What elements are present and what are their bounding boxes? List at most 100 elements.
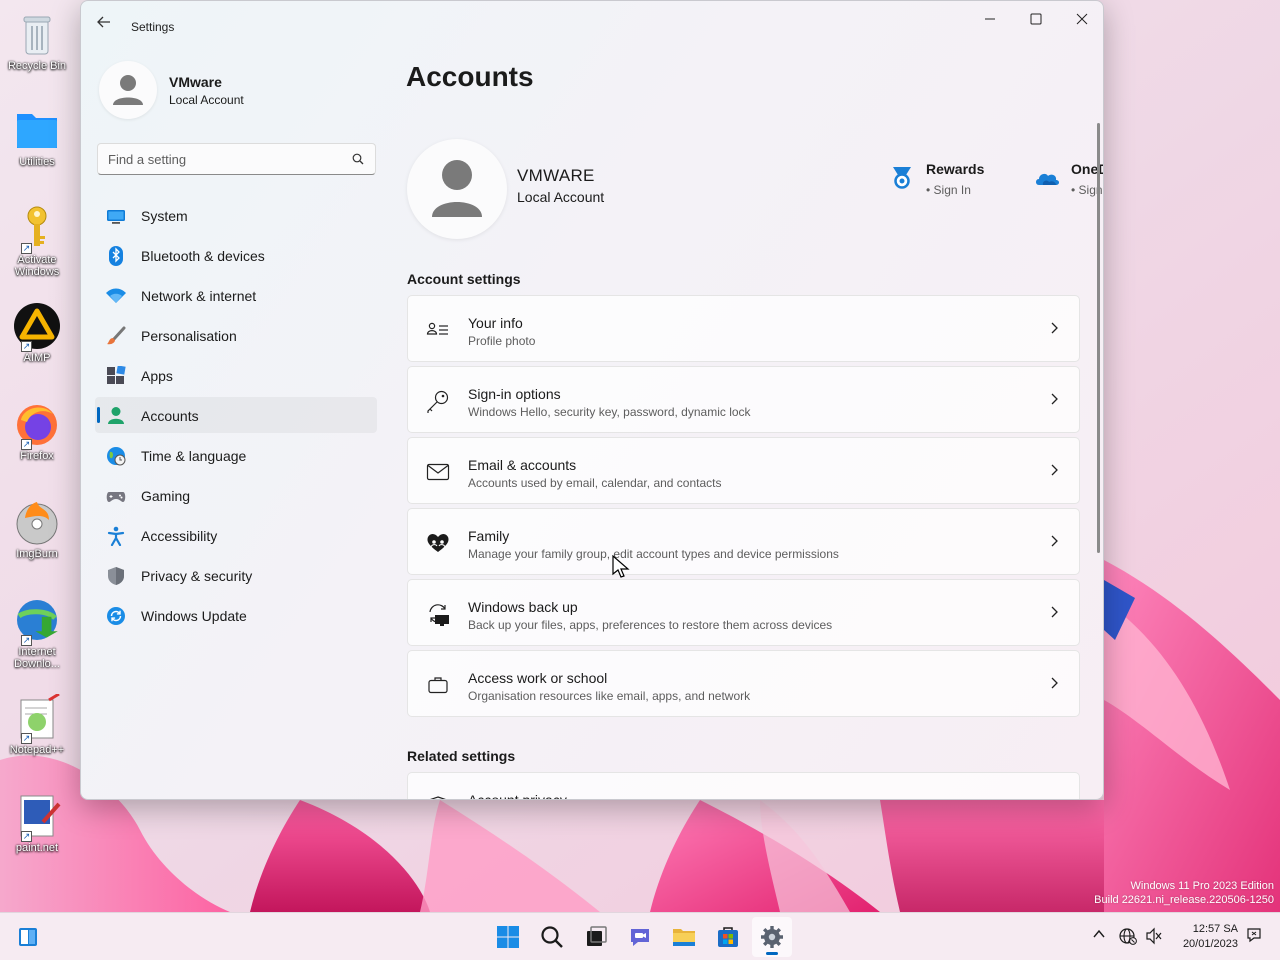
sidebar-item-network-internet[interactable]: Network & internet: [95, 277, 377, 313]
apps-icon: [106, 365, 126, 386]
search-button[interactable]: [532, 917, 572, 957]
widgets-button[interactable]: [8, 917, 48, 957]
card-your-info[interactable]: Your info Profile photo: [407, 295, 1080, 362]
mail-icon: [426, 460, 450, 484]
file-explorer-button[interactable]: [664, 917, 704, 957]
sidebar-item-label: Time & language: [141, 448, 247, 464]
person-icon: [106, 406, 126, 426]
profile-name: VMware: [169, 74, 222, 90]
update-icon: [106, 606, 126, 626]
watermark-build: Build 22621.ni_release.220506-1250: [1094, 894, 1274, 906]
search-input[interactable]: Find a setting: [97, 143, 376, 175]
notification-icon[interactable]: [1246, 927, 1262, 943]
sidebar-item-label: System: [141, 208, 188, 224]
scrollbar[interactable]: [1097, 123, 1100, 553]
onedrive-service[interactable]: OneDrive • Sign In: [1034, 161, 1103, 201]
card-title: Windows back up: [468, 599, 578, 615]
card-email-accounts[interactable]: Email & accounts Accounts used by email,…: [407, 437, 1080, 504]
gear-icon: [761, 926, 783, 948]
card-subtitle: Back up your files, apps, preferences to…: [468, 618, 833, 632]
sidebar-item-time-language[interactable]: Time & language: [95, 437, 377, 473]
sidebar-item-apps[interactable]: Apps: [95, 357, 377, 393]
desktop-icon-paintnet[interactable]: ↗ paint.net: [4, 792, 70, 854]
close-button[interactable]: [1059, 7, 1103, 35]
chevron-up-icon[interactable]: [1092, 927, 1106, 941]
sidebar-item-bluetooth-devices[interactable]: Bluetooth & devices: [95, 237, 377, 273]
sidebar-item-label: Privacy & security: [141, 568, 253, 584]
rewards-service[interactable]: Rewards • Sign In: [889, 161, 1019, 201]
desktop-icon-activate-windows[interactable]: ↗ Activate Windows: [4, 204, 70, 278]
desktop-icon-label: Activate Windows: [14, 254, 60, 278]
sidebar-item-label: Accounts: [141, 408, 199, 424]
sidebar-item-accounts[interactable]: Accounts: [95, 397, 377, 433]
desktop-icon-notepadpp[interactable]: ↗ Notepad++: [4, 692, 70, 756]
maximize-icon: [1030, 13, 1042, 25]
briefcase-icon: [426, 673, 450, 697]
speaker-muted-icon[interactable]: [1145, 927, 1163, 945]
backup-sync-icon: [426, 602, 450, 626]
sidebar-item-gaming[interactable]: Gaming: [95, 477, 377, 513]
card-family[interactable]: Family Manage your family group, edit ac…: [407, 508, 1080, 575]
maximize-button[interactable]: [1013, 7, 1059, 35]
card-account-privacy[interactable]: Account privacy: [407, 772, 1080, 800]
contact-card-icon: [426, 318, 450, 342]
title-bar[interactable]: Settings: [81, 1, 1103, 49]
task-view-icon: [587, 926, 607, 946]
settings-button[interactable]: [752, 917, 792, 957]
sidebar-profile[interactable]: VMware Local Account: [99, 61, 369, 121]
card-title: Account privacy: [468, 792, 567, 800]
desktop-icon-recycle-bin[interactable]: Recycle Bin: [4, 10, 70, 72]
desktop-icon-label: Firefox: [20, 450, 54, 462]
search-icon: [541, 926, 563, 948]
sidebar-item-accessibility[interactable]: Accessibility: [95, 517, 377, 553]
card-access-work-school[interactable]: Access work or school Organisation resou…: [407, 650, 1080, 717]
chat-button[interactable]: [620, 917, 660, 957]
onedrive-status-text: Sign In: [1078, 183, 1103, 197]
sidebar-item-personalisation[interactable]: Personalisation: [95, 317, 377, 353]
network-globe-icon[interactable]: [1119, 927, 1137, 945]
paintnet-icon: ↗: [13, 792, 61, 842]
start-button[interactable]: [488, 917, 528, 957]
desktop-icon-firefox[interactable]: ↗ Firefox: [4, 400, 70, 462]
chevron-right-icon: [1051, 606, 1058, 618]
desktop-icon-imgburn[interactable]: ImgBurn: [4, 498, 70, 560]
rewards-medal-icon: [889, 165, 915, 191]
card-windows-back-up[interactable]: Windows back up Back up your files, apps…: [407, 579, 1080, 646]
card-sign-in-options[interactable]: Sign-in options Windows Hello, security …: [407, 366, 1080, 433]
close-icon: [1076, 13, 1088, 25]
desktop-icon-utilities[interactable]: Utilities: [4, 106, 70, 168]
account-settings-heading: Account settings: [407, 271, 521, 287]
sidebar-item-windows-update[interactable]: Windows Update: [95, 597, 377, 633]
shortcut-arrow-icon: ↗: [21, 733, 32, 744]
recycle-bin-icon: [13, 10, 61, 58]
back-button[interactable]: [93, 15, 115, 37]
monitor-icon: [106, 206, 126, 226]
person-icon: [113, 75, 143, 105]
card-subtitle: Profile photo: [468, 334, 536, 348]
sidebar-item-system[interactable]: System: [95, 197, 377, 233]
taskbar: 12:57 SA 20/01/2023: [0, 912, 1280, 960]
store-button[interactable]: [708, 917, 748, 957]
minimize-icon: [985, 18, 995, 20]
mouse-cursor-icon: [612, 555, 630, 578]
sidebar-item-label: Apps: [141, 368, 173, 384]
taskbar-clock[interactable]: 12:57 SA 20/01/2023: [1183, 922, 1238, 952]
task-view-button[interactable]: [576, 917, 616, 957]
avatar[interactable]: [407, 139, 507, 239]
clock-date: 20/01/2023: [1182, 938, 1238, 950]
rewards-status: • Sign In: [926, 183, 971, 197]
windows-build-watermark: Windows 11 Pro 2023 Edition Build 22621.…: [1094, 879, 1274, 907]
sidebar-item-label: Network & internet: [141, 288, 257, 304]
desktop-icon-aimp[interactable]: ↗ AIMP: [4, 302, 70, 364]
firefox-icon: ↗: [13, 400, 61, 450]
shortcut-arrow-icon: ↗: [21, 439, 32, 450]
shield-icon: [426, 795, 450, 799]
card-title: Access work or school: [468, 670, 608, 686]
sidebar-item-privacy-security[interactable]: Privacy & security: [95, 557, 377, 593]
shortcut-arrow-icon: ↗: [21, 341, 32, 352]
minimize-button[interactable]: [967, 7, 1013, 35]
chat-icon: [631, 929, 649, 946]
card-subtitle: Accounts used by email, calendar, and co…: [468, 476, 722, 490]
desktop-icon-internet-download-manager[interactable]: ↗ Internet Downlo...: [4, 596, 70, 670]
card-subtitle: Manage your family group, edit account t…: [468, 547, 839, 561]
